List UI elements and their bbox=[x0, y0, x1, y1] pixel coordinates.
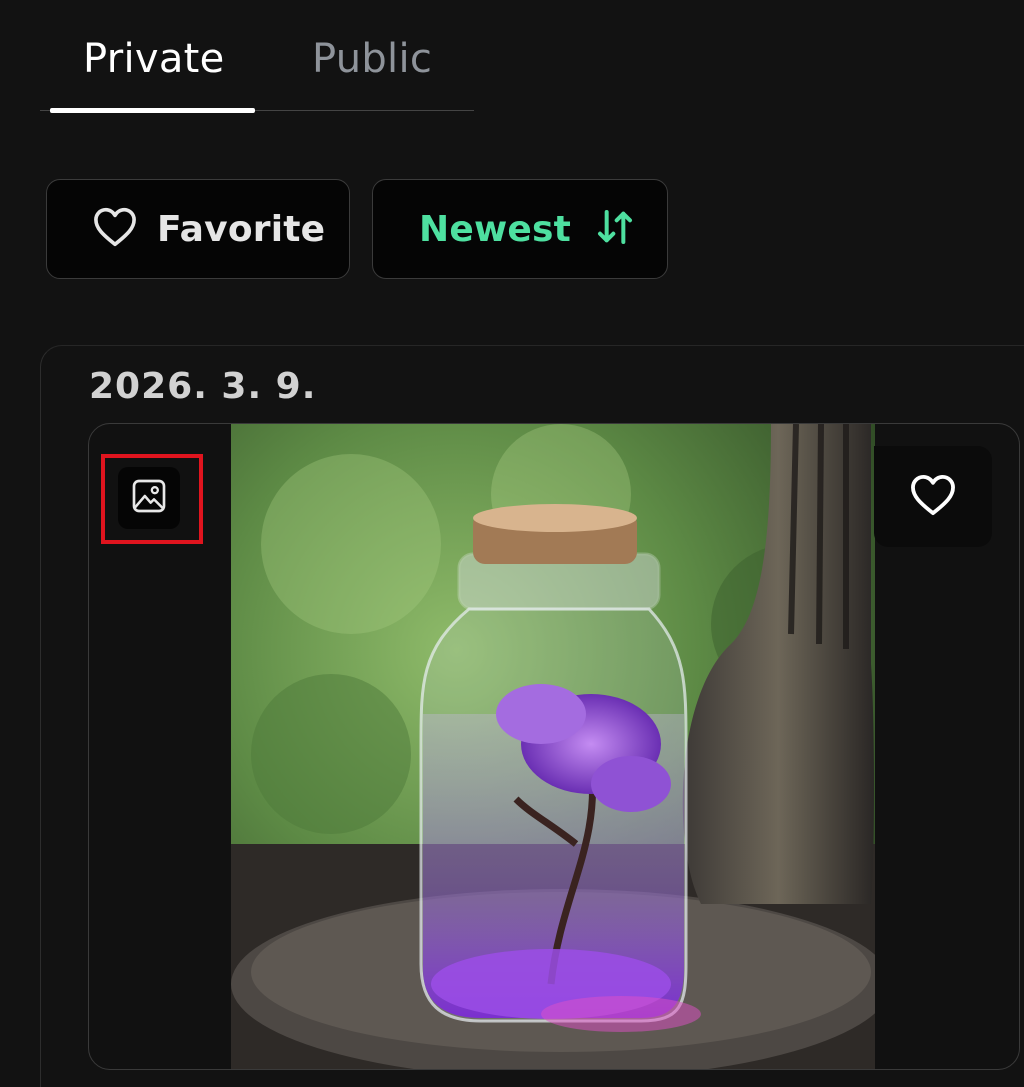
heart-outline-icon bbox=[93, 207, 137, 251]
favorite-filter-label: Favorite bbox=[157, 208, 326, 250]
heart-outline-icon bbox=[910, 474, 956, 520]
tab-private[interactable]: Private bbox=[83, 36, 225, 82]
date-heading: 2026. 3. 9. bbox=[89, 366, 317, 407]
sort-newest-button[interactable]: Newest bbox=[372, 179, 668, 279]
visibility-tabs: Private Public bbox=[40, 18, 474, 113]
image-icon bbox=[129, 476, 169, 520]
card-favorite-button[interactable] bbox=[874, 446, 992, 547]
favorite-filter-button[interactable]: Favorite bbox=[46, 179, 350, 279]
active-tab-indicator bbox=[50, 108, 255, 113]
sort-label: Newest bbox=[419, 208, 572, 250]
sort-arrows-icon bbox=[595, 207, 635, 251]
generated-image[interactable] bbox=[231, 424, 875, 1069]
image-card[interactable] bbox=[88, 423, 1020, 1070]
image-type-badge[interactable] bbox=[118, 467, 180, 529]
gallery-page: Private Public Favorite Newest 2026. 3. … bbox=[0, 0, 1024, 1087]
tab-public[interactable]: Public bbox=[312, 36, 432, 82]
